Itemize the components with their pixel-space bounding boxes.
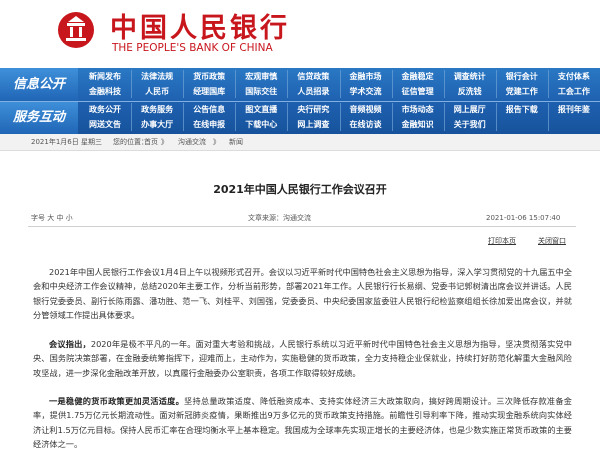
nav-link[interactable]: 人民币 <box>131 85 183 99</box>
breadcrumb-label: 您的位置： <box>113 138 148 146</box>
article-source: 文章来源：沟通交流 <box>248 214 311 222</box>
nav-link[interactable]: 金融稳定 <box>392 70 444 84</box>
nav-link[interactable]: 国际交往 <box>235 85 287 99</box>
nav-divider <box>183 70 185 98</box>
nav-link[interactable]: 银行会计 <box>496 70 548 84</box>
nav-link[interactable]: 政务服务 <box>131 103 183 117</box>
paragraph-lead: 会议指出， <box>49 339 91 349</box>
nav-link[interactable]: 经理国库 <box>183 85 235 99</box>
nav-link[interactable]: 网上调查 <box>287 118 339 132</box>
article-title: 2021年中国人民银行工作会议召开 <box>213 183 387 196</box>
nav-divider <box>287 103 289 131</box>
nav-link[interactable]: 法律法规 <box>131 70 183 84</box>
nav-link[interactable]: 关于我们 <box>444 118 496 132</box>
nav-link[interactable]: 人员招录 <box>287 85 339 99</box>
article-paragraph: 一是稳健的货币政策更加灵活适度。坚持总量政策适度、降低融资成本、支持实体经济三大… <box>33 394 572 452</box>
article-paragraph: 2021年中国人民银行工作会议1月4日上午以视频形式召开。会议以习近平新时代中国… <box>33 267 572 321</box>
nav-category-service-interaction: 服务互动 <box>0 101 78 134</box>
nav-link[interactable]: 在线访谈 <box>340 118 392 132</box>
nav-link[interactable]: 下载中心 <box>235 118 287 132</box>
nav-divider <box>547 70 549 98</box>
nav-link[interactable]: 支付体系 <box>548 70 600 84</box>
nav-link[interactable]: 学术交流 <box>340 85 392 99</box>
print-page-link[interactable]: 打印本页 <box>488 236 516 246</box>
nav-divider <box>443 70 445 98</box>
breadcrumb: 2021年1月6日 星期三 您的位置： 首页 》 沟通交流 》 新闻 <box>0 134 600 151</box>
nav-link[interactable]: 党建工作 <box>496 85 548 99</box>
close-window-link[interactable]: 关闭窗口 <box>538 236 566 246</box>
nav-divider <box>339 103 341 131</box>
nav-category-info-disclosure: 信息公开 <box>0 68 78 101</box>
nav-divider <box>235 70 237 98</box>
site-logo-english[interactable]: THE PEOPLE'S BANK OF CHINA <box>112 42 273 54</box>
nav-divider <box>183 103 185 131</box>
breadcrumb-home-link[interactable]: 首页 <box>144 134 158 150</box>
nav-link[interactable]: 央行研究 <box>287 103 339 117</box>
nav-link[interactable]: 网上展厅 <box>444 103 496 117</box>
nav-link[interactable]: 市场动态 <box>392 103 444 117</box>
nav-divider <box>547 103 549 131</box>
article-datetime: 2021-01-06 15:07:40 <box>486 214 561 222</box>
nav-link[interactable]: 宏观审慎 <box>235 70 287 84</box>
nav-divider <box>495 103 497 131</box>
nav-divider <box>495 70 497 98</box>
nav-link[interactable]: 在线申报 <box>183 118 235 132</box>
pboc-emblem-icon <box>58 12 94 48</box>
divider <box>28 226 576 227</box>
nav-link[interactable]: 音频视频 <box>340 103 392 117</box>
nav-divider <box>287 70 289 98</box>
article-paragraph: 会议指出，2020年是极不平凡的一年。面对重大考验和挑战，人民银行系统以习近平新… <box>33 337 572 380</box>
nav-link[interactable]: 政务公开 <box>79 103 131 117</box>
font-size-controls[interactable]: 字号 大 中 小 <box>31 213 73 223</box>
nav-divider <box>339 70 341 98</box>
nav-link[interactable]: 新闻发布 <box>79 70 131 84</box>
breadcrumb-separator: 》 <box>213 138 220 146</box>
breadcrumb-date: 2021年1月6日 星期三 <box>31 138 102 146</box>
nav-link[interactable]: 公告信息 <box>183 103 235 117</box>
nav-link[interactable]: 图文直播 <box>235 103 287 117</box>
nav-link[interactable]: 信贷政策 <box>287 70 339 84</box>
main-navigation: 信息公开 服务互动 新闻发布 法律法规 货币政策 宏观审慎 信贷政策 金融市场 金融稳定 调查… <box>0 68 600 134</box>
nav-divider <box>391 103 393 131</box>
nav-link[interactable]: 报刊年鉴 <box>548 103 600 117</box>
nav-link[interactable]: 金融市场 <box>340 70 392 84</box>
nav-link[interactable]: 调查统计 <box>444 70 496 84</box>
breadcrumb-separator: 》 <box>161 138 168 146</box>
nav-divider <box>235 103 237 131</box>
nav-link[interactable]: 网送文告 <box>79 118 131 132</box>
nav-link[interactable]: 货币政策 <box>183 70 235 84</box>
breadcrumb-current[interactable]: 新闻 <box>229 134 243 150</box>
nav-separator <box>0 101 600 102</box>
nav-divider <box>131 70 133 98</box>
nav-link[interactable]: 工会工作 <box>548 85 600 99</box>
nav-link[interactable]: 征信管理 <box>392 85 444 99</box>
nav-divider <box>443 103 445 131</box>
paragraph-lead: 一是稳健的货币政策更加灵活适度。 <box>49 396 185 406</box>
nav-link[interactable]: 金融知识 <box>392 118 444 132</box>
breadcrumb-section-link[interactable]: 沟通交流 <box>178 134 206 150</box>
nav-link[interactable]: 金融科技 <box>79 85 131 99</box>
nav-link[interactable]: 报告下载 <box>496 103 548 117</box>
site-header: 中国人民银行 THE PEOPLE'S BANK OF CHINA <box>0 0 600 68</box>
nav-link[interactable]: 办事大厅 <box>131 118 183 132</box>
nav-divider <box>391 70 393 98</box>
site-logo-chinese[interactable]: 中国人民银行 <box>110 6 290 45</box>
nav-link[interactable]: 反洗钱 <box>444 85 496 99</box>
nav-divider <box>131 103 133 131</box>
paragraph-body: 2020年是极不平凡的一年。面对重大考验和挑战，人民银行系统以习近平新时代中国特… <box>33 339 572 378</box>
